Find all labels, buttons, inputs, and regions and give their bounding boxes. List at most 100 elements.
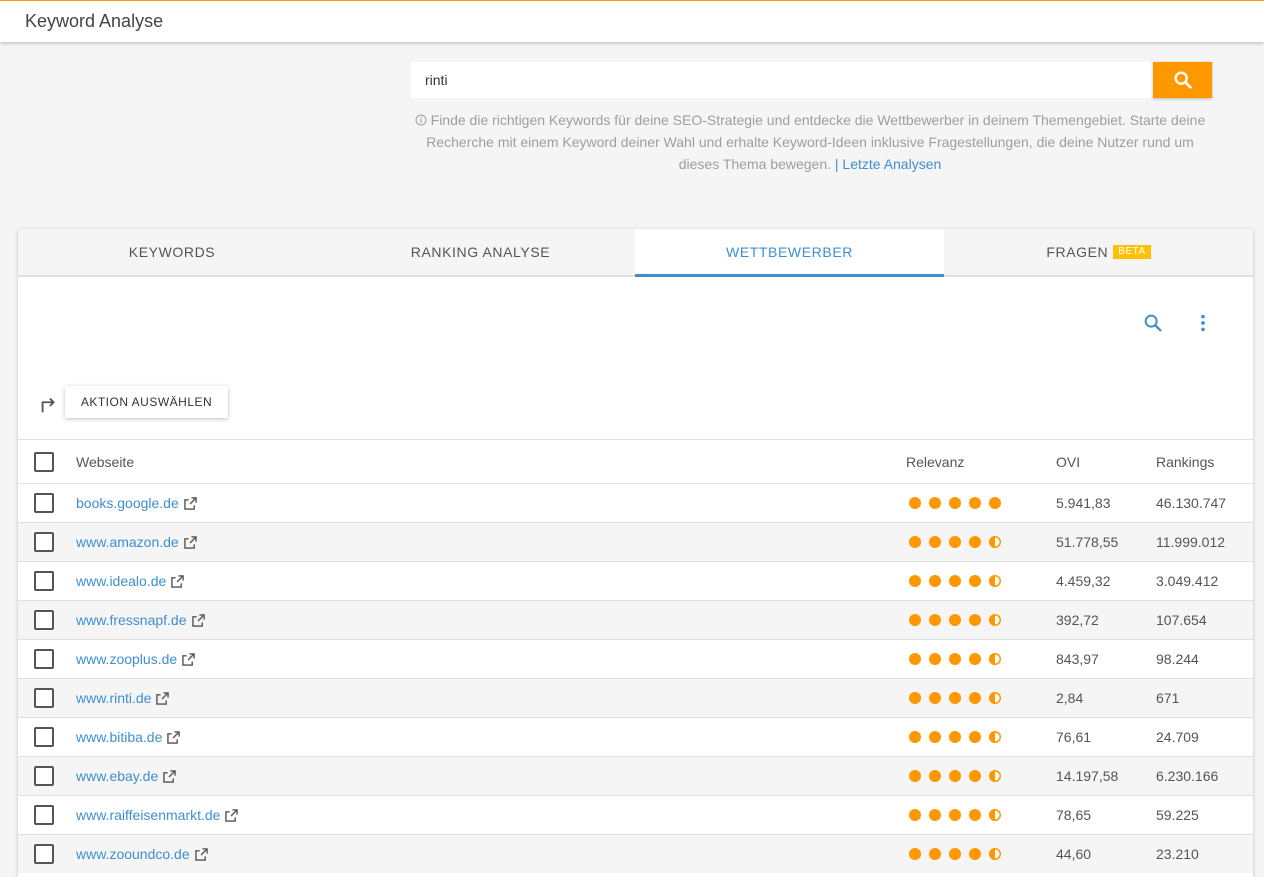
tab-ranking-analyse[interactable]: RANKING ANALYSE [326,229,635,275]
row-checkbox[interactable] [34,688,54,708]
relevance-dot-full [909,575,921,587]
header-site[interactable]: Webseite [76,440,134,484]
relevance-dot-full [949,653,961,665]
relevance-dot-full [909,770,921,782]
row-checkbox[interactable] [34,805,54,825]
relevance-dot-full [969,848,981,860]
ovi-value: 78,65 [1056,807,1092,823]
ovi-value: 14.197,58 [1056,768,1119,784]
site-cell: www.idealo.de [76,562,185,602]
select-action-button[interactable]: AKTION AUSWÄHLEN [65,386,228,418]
external-link-icon[interactable] [183,525,197,563]
site-cell: www.rinti.de [76,679,170,719]
tab-wettbewerber[interactable]: WETTBEWERBER [635,229,944,277]
header-rankings[interactable]: Rankings [1156,440,1214,484]
table-row: books.google.de 5.941,83 46.130.747 [18,483,1253,522]
table-row: www.bitiba.de 76,61 24.709 [18,717,1253,756]
site-cell: www.ebay.de [76,757,177,797]
external-link-icon[interactable] [225,798,239,836]
site-link[interactable]: www.amazon.de [76,534,179,550]
relevance-dot-full [929,848,941,860]
table-row: www.raiffeisenmarkt.de 78,65 59.225 [18,795,1253,834]
row-checkbox[interactable] [34,649,54,669]
keyword-search-input[interactable] [411,62,1153,98]
relevance-dot-half [989,614,1001,626]
external-link-icon[interactable] [183,486,197,524]
site-link[interactable]: www.fressnapf.de [76,612,187,628]
relevance-dot-half [989,653,1001,665]
external-link-icon[interactable] [182,642,195,680]
relevance-dot-full [929,614,941,626]
top-bar: Keyword Analyse [0,0,1264,42]
relevance-dot-full [929,497,941,509]
relevance-dot-full [949,809,961,821]
relevance-dot-half [989,809,1001,821]
external-link-icon[interactable] [163,759,177,797]
row-checkbox[interactable] [34,766,54,786]
site-link[interactable]: www.idealo.de [76,573,166,589]
relevance-rating [909,536,1001,548]
external-link-icon[interactable] [171,564,185,602]
relevance-dot-full [909,653,921,665]
external-link-icon[interactable] [156,681,170,719]
search-button[interactable] [1153,62,1212,98]
row-checkbox[interactable] [34,571,54,591]
row-checkbox[interactable] [34,844,54,864]
relevance-dot-full [949,575,961,587]
header-ovi[interactable]: OVI [1056,440,1080,484]
site-cell: www.fressnapf.de [76,601,205,641]
relevance-dot-full [969,653,981,665]
search-icon[interactable] [1142,312,1164,334]
relevance-rating [909,653,1001,665]
rankings-value: 46.130.747 [1156,495,1227,511]
ovi-value: 4.459,32 [1056,573,1111,589]
tab-fragen[interactable]: FRAGEN BETA [944,229,1253,275]
relevance-dot-half [989,731,1001,743]
site-link[interactable]: www.ebay.de [76,768,158,784]
ovi-value: 5.941,83 [1056,495,1111,511]
header-relevance[interactable]: Relevanz [906,440,964,484]
external-link-icon[interactable] [167,720,181,758]
site-link[interactable]: www.rinti.de [76,690,151,706]
last-analyses-link[interactable]: | Letzte Analysen [835,156,941,172]
more-vert-icon[interactable] [1192,312,1214,334]
site-link[interactable]: www.raiffeisenmarkt.de [76,807,220,823]
relevance-dot-full [949,731,961,743]
relevance-dot-full [969,536,981,548]
tab-bar: KEYWORDS RANKING ANALYSE WETTBEWERBER FR… [18,229,1253,277]
relevance-dot-full [909,692,921,704]
site-cell: www.zooundco.de [76,835,208,875]
relevance-dot-full [969,731,981,743]
site-link[interactable]: books.google.de [76,495,179,511]
row-checkbox[interactable] [34,610,54,630]
relevance-rating [909,770,1001,782]
table-row: www.amazon.de 51.778,55 11.999.012 [18,522,1253,561]
page-title: Keyword Analyse [25,11,164,31]
relevance-dot-full [909,809,921,821]
site-link[interactable]: www.bitiba.de [76,729,162,745]
row-checkbox[interactable] [34,727,54,747]
site-link[interactable]: www.zooundco.de [76,846,190,862]
relevance-dot-half [989,770,1001,782]
site-link[interactable]: www.zooplus.de [76,651,177,667]
table-row: www.rinti.de 2,84 671 [18,678,1253,717]
table-row: www.fressnapf.de 392,72 107.654 [18,600,1253,639]
search-icon [1173,71,1192,89]
tab-keywords[interactable]: KEYWORDS [18,229,326,275]
competitor-table: Webseite Relevanz OVI Rankings books.goo… [18,439,1253,873]
relevance-dot-full [909,614,921,626]
relevance-dot-full [949,848,961,860]
relevance-rating [909,497,1001,509]
row-checkbox[interactable] [34,532,54,552]
select-all-checkbox[interactable] [34,452,54,472]
relevance-dot-full [949,692,961,704]
relevance-dot-full [969,809,981,821]
relevance-dot-half [989,536,1001,548]
relevance-dot-full [969,575,981,587]
row-checkbox[interactable] [34,493,54,513]
relevance-rating [909,692,1001,704]
external-link-icon[interactable] [191,603,205,641]
ovi-value: 51.778,55 [1056,534,1119,550]
external-link-icon[interactable] [194,837,208,875]
relevance-dot-full [929,809,941,821]
